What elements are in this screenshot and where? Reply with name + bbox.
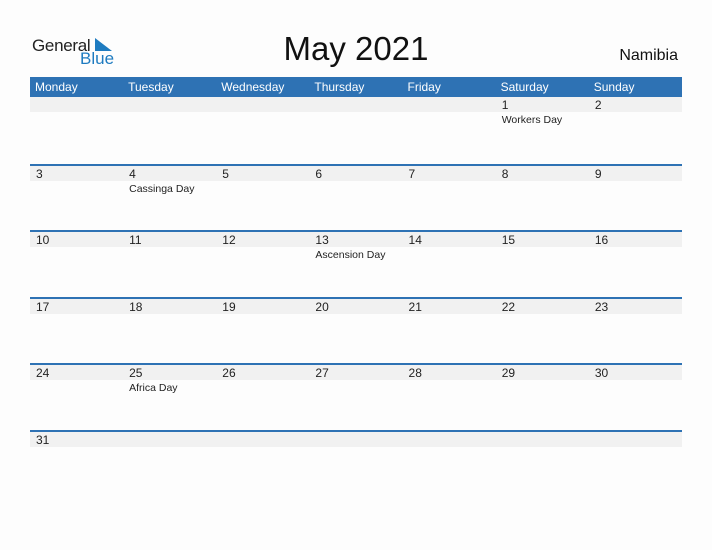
day-cell[interactable]: 25 Africa Day (123, 365, 216, 430)
day-cell[interactable]: 3 (30, 166, 123, 231)
day-cell (496, 432, 589, 497)
day-cell[interactable]: 29 (496, 365, 589, 430)
day-number: 20 (315, 299, 329, 314)
day-cell (123, 97, 216, 164)
day-number: 31 (36, 432, 50, 447)
day-cell (309, 432, 402, 497)
week-row: 1 Workers Day 2 (30, 97, 682, 164)
day-number: 5 (222, 166, 229, 181)
day-number: 8 (501, 166, 509, 181)
week-row: 17 18 19 20 21 22 23 (30, 296, 682, 364)
country-label: Namibia (619, 47, 678, 64)
day-cell[interactable]: 20 (309, 299, 402, 364)
day-cell[interactable]: 10 (30, 232, 123, 297)
day-cell[interactable]: 27 (309, 365, 402, 430)
week-row: 24 25 Africa Day 26 27 28 29 30 (30, 363, 682, 430)
holiday-label: Workers Day (501, 114, 563, 126)
weekday-label: Monday (35, 80, 78, 94)
day-cell (123, 432, 216, 497)
day-number: 30 (594, 366, 609, 381)
day-cell (309, 97, 402, 164)
weekday-label: Tuesday (128, 80, 174, 94)
weekday-label: Wednesday (221, 80, 285, 94)
day-number: 2 (594, 98, 602, 112)
day-cell[interactable]: 18 (123, 299, 216, 364)
calendar-title: May 2021 (283, 30, 429, 67)
day-number: 12 (222, 233, 236, 248)
day-number: 15 (501, 233, 516, 248)
day-number: 17 (36, 299, 50, 314)
day-number: 3 (36, 166, 43, 181)
weeks-container: 1 Workers Day 2 3 4 Cassinga Day 5 6 7 8 9 10 11 12 13… (30, 97, 682, 497)
week-row: 3 4 Cassinga Day 5 6 7 8 9 (30, 163, 682, 231)
day-number: 16 (594, 233, 609, 248)
day-cell[interactable]: 8 (496, 166, 589, 231)
day-cell (216, 97, 309, 164)
day-cell[interactable]: 1 Workers Day (496, 97, 589, 164)
day-number: 1 (501, 98, 509, 112)
weekday-label: Saturday (500, 80, 549, 94)
holiday-label: Ascension Day (315, 249, 386, 262)
day-cell[interactable]: 11 (123, 232, 216, 297)
day-number: 14 (408, 233, 422, 248)
day-number: 10 (36, 233, 50, 248)
day-number: 27 (315, 366, 329, 381)
day-cell (403, 97, 496, 164)
calendar-grid: Monday Tuesday Wednesday Thursday Friday… (30, 77, 682, 497)
day-cell[interactable]: 23 (589, 299, 682, 364)
day-number: 18 (129, 299, 143, 314)
day-cell[interactable]: 12 (216, 232, 309, 297)
day-cell[interactable]: 17 (30, 299, 123, 364)
day-cell[interactable]: 15 (496, 232, 589, 297)
day-cell[interactable]: 28 (403, 365, 496, 430)
day-number: 19 (222, 299, 236, 314)
week-row: 31 (30, 429, 682, 497)
day-cell[interactable]: 30 (589, 365, 682, 430)
weekday-header: Monday Tuesday Wednesday Thursday Friday… (30, 77, 682, 97)
day-number: 23 (594, 299, 609, 314)
weekday-label: Thursday (314, 80, 365, 94)
day-cell[interactable]: 24 (30, 365, 123, 430)
day-number: 25 (129, 366, 143, 381)
day-cell[interactable]: 6 (309, 166, 402, 231)
day-cell[interactable]: 14 (403, 232, 496, 297)
day-cell (30, 97, 123, 164)
week-row: 10 11 12 13 Ascension Day 14 15 16 (30, 230, 682, 297)
day-cell[interactable]: 16 (589, 232, 682, 297)
day-number: 11 (129, 233, 142, 248)
day-number: 26 (222, 366, 236, 381)
holiday-label: Africa Day (129, 382, 178, 395)
day-cell (216, 432, 309, 497)
day-cell[interactable]: 26 (216, 365, 309, 430)
day-cell[interactable]: 4 Cassinga Day (123, 166, 216, 231)
day-cell[interactable]: 31 (30, 432, 123, 497)
day-number: 9 (594, 166, 602, 181)
day-cell[interactable]: 9 (589, 166, 682, 231)
day-number: 7 (408, 166, 416, 181)
day-number: 24 (36, 366, 50, 381)
day-cell[interactable]: 19 (216, 299, 309, 364)
day-cell[interactable]: 21 (403, 299, 496, 364)
day-cell[interactable]: 7 (403, 166, 496, 231)
day-number: 4 (129, 166, 136, 181)
day-cell (403, 432, 496, 497)
day-number: 29 (501, 366, 516, 381)
day-cell[interactable]: 2 (589, 97, 682, 164)
day-cell[interactable]: 22 (496, 299, 589, 364)
day-number: 28 (408, 366, 422, 381)
day-number: 21 (408, 299, 422, 314)
day-number: 13 (315, 233, 329, 248)
day-number: 6 (315, 166, 323, 181)
weekday-label: Friday (407, 80, 441, 94)
day-number: 22 (501, 299, 516, 314)
day-cell[interactable]: 5 (216, 166, 309, 231)
day-cell (589, 432, 682, 497)
weekday-label: Sunday (593, 80, 635, 94)
holiday-label: Cassinga Day (129, 182, 195, 195)
day-cell[interactable]: 13 Ascension Day (309, 232, 402, 297)
